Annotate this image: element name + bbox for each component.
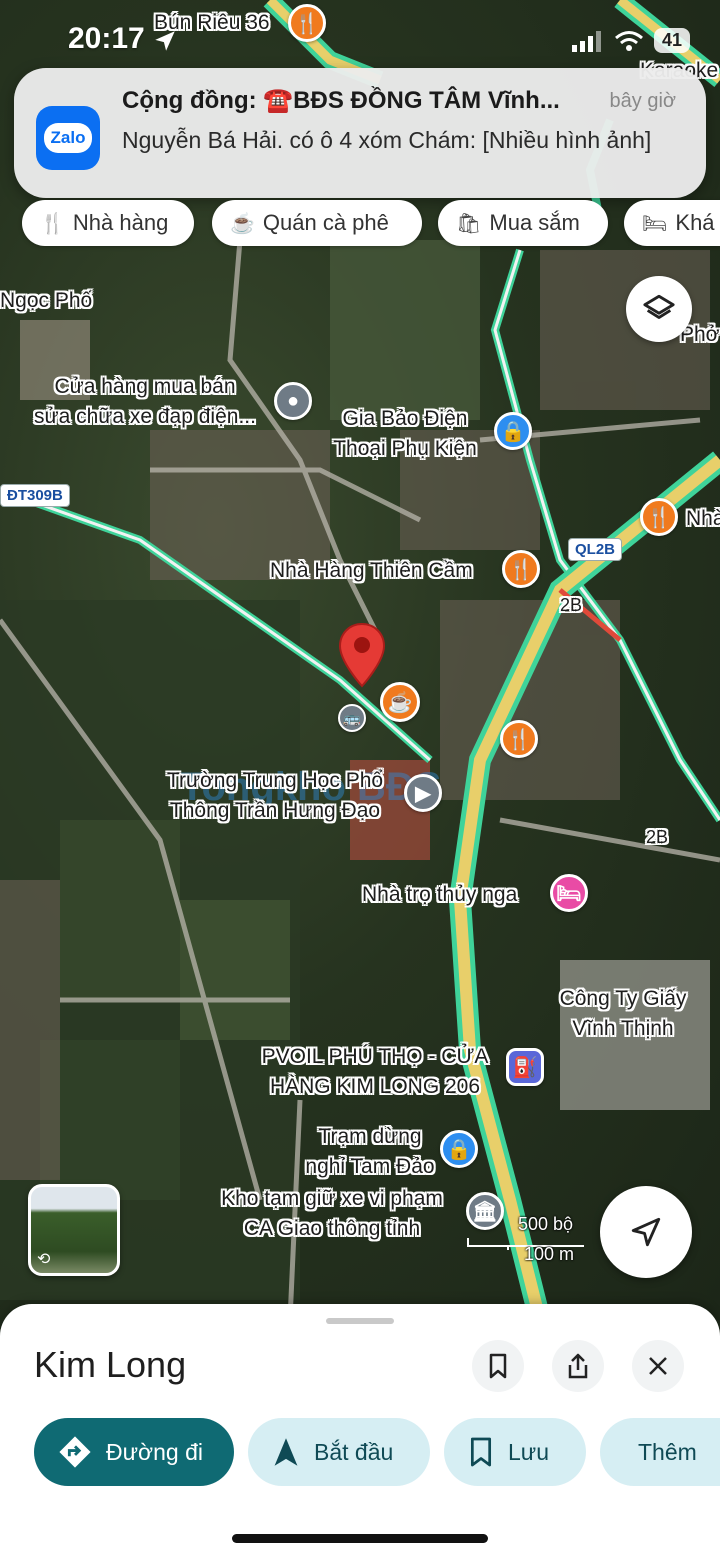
- bed-icon: 🛏: [642, 212, 668, 235]
- directions-icon: [59, 1436, 91, 1468]
- shopping-bag-pin-icon[interactable]: 🔒: [494, 412, 532, 450]
- sheet-drag-handle[interactable]: [326, 1318, 394, 1324]
- restaurant-pin-icon[interactable]: 🍴: [640, 498, 678, 536]
- navigation-arrow-icon: [631, 1217, 661, 1247]
- map-label-pvoil[interactable]: PVOIL PHÚ THỌ - CỬA HÀNG KIM LONG 206: [248, 1042, 502, 1102]
- selected-location-marker-icon[interactable]: [338, 622, 386, 688]
- location-arrow-icon: [155, 31, 175, 51]
- map-label-nha-tro[interactable]: Nhà trọ thủy nga: [362, 880, 517, 910]
- map-label-ngoc-pho: Ngọc Phố: [0, 289, 93, 312]
- map-scale: 500 bộ 100 m: [466, 1212, 586, 1268]
- status-indicators: 41: [571, 28, 690, 53]
- notification-time: bây giờ: [609, 90, 676, 112]
- map-label-truong-line1: Trường Trung Học Phổ: [166, 769, 384, 792]
- map-view[interactable]: Tongkho BĐS Bún Riêu 36 🍴 Karaoke Ngọc P…: [0, 0, 720, 1320]
- battery-level: 41: [653, 28, 690, 53]
- notification-body: Nguyễn Bá Hải. có ô 4 xóm Chám: [Nhiều h…: [122, 127, 652, 153]
- map-label-pvoil-line2: HÀNG KIM LONG 206: [269, 1075, 481, 1098]
- chip-hotels-label: Khá: [675, 210, 715, 235]
- start-button[interactable]: Bắt đầu: [248, 1418, 430, 1486]
- navigation-start-icon: [274, 1438, 298, 1466]
- clock: 20:17: [68, 22, 145, 55]
- chip-shopping-label: Mua sắm: [489, 210, 580, 235]
- start-label: Bắt đầu: [314, 1438, 394, 1465]
- map-label-pvoil-line1: PVOIL PHÚ THỌ - CỬA: [261, 1045, 489, 1068]
- place-bottom-sheet[interactable]: Kim Long Đường đi Bắt đầu Lưu Thêm: [0, 1304, 720, 1557]
- street-view-thumbnail[interactable]: ⟲: [28, 1184, 120, 1276]
- map-layers-button[interactable]: [626, 276, 692, 342]
- coffee-cup-icon: ☕: [230, 212, 255, 235]
- bus-stop-icon[interactable]: 🚌: [338, 704, 366, 732]
- home-indicator[interactable]: [232, 1534, 488, 1543]
- chip-shopping[interactable]: 🛍 Mua sắm: [438, 200, 608, 246]
- zalo-notification[interactable]: Zalo Cộng đồng: ☎️BĐS ĐỒNG TÂM Vĩnh... b…: [14, 68, 706, 198]
- chip-restaurants-label: Nhà hàng: [72, 210, 169, 235]
- zalo-app-name: Zalo: [43, 123, 93, 153]
- gas-station-pin-icon[interactable]: ⛽: [506, 1048, 544, 1086]
- map-label-xe-dap-line1: Cửa hàng mua bán: [54, 375, 236, 398]
- road-shield-dt309b: ĐT309B: [0, 484, 70, 507]
- shopping-bag-pin-icon[interactable]: 🔒: [440, 1130, 478, 1168]
- map-label-thien-cam[interactable]: Nhà Hàng Thiên Cầm: [270, 556, 473, 586]
- bookmark-icon: [470, 1437, 492, 1467]
- map-label-truong-line2: Thông Trần Hưng Đạo: [169, 799, 381, 822]
- zalo-app-icon: Zalo: [36, 106, 100, 170]
- map-label-gia-bao-line2: Thoại Phụ Kiện: [333, 437, 477, 460]
- restaurant-pin-icon[interactable]: 🍴: [502, 550, 540, 588]
- map-label-kho[interactable]: Kho tạm giữ xe vi phạm CA Giao thông tỉn…: [200, 1184, 464, 1244]
- place-title: Kim Long: [34, 1344, 187, 1385]
- save-label: Lưu: [508, 1438, 549, 1465]
- layers-icon: [643, 294, 675, 319]
- scale-metric: 100 m: [524, 1244, 575, 1264]
- chip-hotels[interactable]: 🛏 Khá: [624, 200, 720, 246]
- school-pin-icon[interactable]: ▶: [404, 774, 442, 812]
- chip-restaurants[interactable]: 🍴 Nhà hàng: [22, 200, 194, 246]
- coffee-pin-icon[interactable]: ☕: [380, 682, 420, 722]
- share-icon: [568, 1353, 588, 1379]
- map-label-tram-dung[interactable]: Trạm dừng nghỉ Tam Đảo: [300, 1122, 440, 1182]
- bookmark-icon: [489, 1353, 507, 1379]
- scale-imperial: 500 bộ: [518, 1214, 574, 1234]
- map-label-nha[interactable]: Nhà: [686, 504, 720, 534]
- restaurant-pin-icon[interactable]: 🍴: [500, 720, 538, 758]
- map-label-cong-ty-line1: Công Ty Giấy: [559, 987, 687, 1010]
- road-label-2b: 2B: [560, 595, 583, 615]
- location-pin-icon[interactable]: ●: [274, 382, 312, 420]
- directions-button[interactable]: Đường đi: [34, 1418, 234, 1486]
- chip-cafes[interactable]: ☕ Quán cà phê: [212, 200, 422, 246]
- map-label-xe-dap[interactable]: Cửa hàng mua bán sửa chữa xe đạp điện...: [20, 372, 270, 432]
- road-shield-ql2b: QL2B: [568, 538, 623, 561]
- map-label-kho-line2: CA Giao thông tỉnh: [243, 1217, 421, 1240]
- map-label-cong-ty-line2: Vĩnh Thịnh: [572, 1017, 674, 1040]
- fork-knife-icon: 🍴: [40, 212, 65, 235]
- chip-cafes-label: Quán cà phê: [262, 210, 389, 235]
- more-button[interactable]: Thêm: [600, 1418, 720, 1486]
- wifi-icon: [615, 30, 643, 51]
- map-label-gia-bao[interactable]: Gia Bảo Điện Thoại Phụ Kiện: [320, 404, 490, 464]
- save-button[interactable]: Lưu: [444, 1418, 586, 1486]
- map-label-gia-bao-line1: Gia Bảo Điện: [342, 407, 468, 430]
- notification-title: Cộng đồng: ☎️BĐS ĐỒNG TÂM Vĩnh...: [122, 87, 560, 114]
- cellular-signal-icon: [571, 30, 601, 52]
- map-label-cong-ty[interactable]: Công Ty Giấy Vĩnh Thịnh: [548, 984, 698, 1044]
- map-label-tram-dung-line1: Trạm dừng: [318, 1125, 422, 1148]
- share-button[interactable]: [552, 1340, 604, 1392]
- more-label: Thêm: [638, 1438, 697, 1465]
- map-label-truong[interactable]: Trường Trung Học Phổ Thông Trần Hưng Đạo: [150, 766, 400, 826]
- map-label-xe-dap-line2: sửa chữa xe đạp điện...: [34, 405, 256, 428]
- save-bookmark-button[interactable]: [472, 1340, 524, 1392]
- directions-label: Đường đi: [106, 1438, 203, 1465]
- close-button[interactable]: [632, 1340, 684, 1392]
- shopping-bag-icon: 🛍: [456, 212, 482, 235]
- rotate-360-icon: ⟲: [37, 1251, 51, 1268]
- hotel-pin-icon[interactable]: 🛏: [550, 874, 588, 912]
- map-label-kho-line1: Kho tạm giữ xe vi phạm: [221, 1187, 443, 1210]
- close-icon: [649, 1357, 667, 1375]
- map-label-tram-dung-line2: nghỉ Tam Đảo: [305, 1155, 435, 1178]
- my-location-button[interactable]: [600, 1186, 692, 1278]
- road-label-2b-south: 2B: [646, 827, 669, 847]
